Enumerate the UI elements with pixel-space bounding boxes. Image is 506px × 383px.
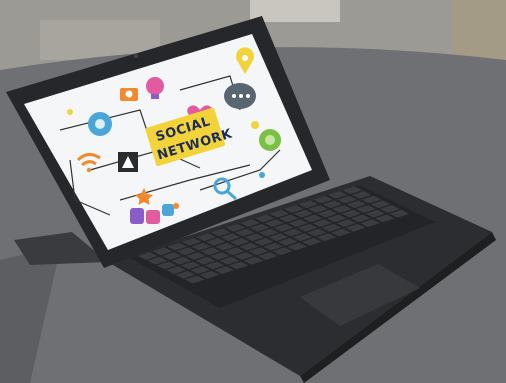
person-icon bbox=[118, 152, 138, 172]
camera-icon bbox=[120, 88, 138, 101]
gear-icon bbox=[88, 112, 112, 136]
chat-bubble-icon bbox=[224, 83, 256, 109]
globe-icon bbox=[259, 129, 281, 151]
front-camera-icon bbox=[134, 54, 138, 58]
background-lamp-glow bbox=[250, 0, 340, 22]
tablet-photo: SOCIAL NETWORK bbox=[0, 0, 506, 383]
